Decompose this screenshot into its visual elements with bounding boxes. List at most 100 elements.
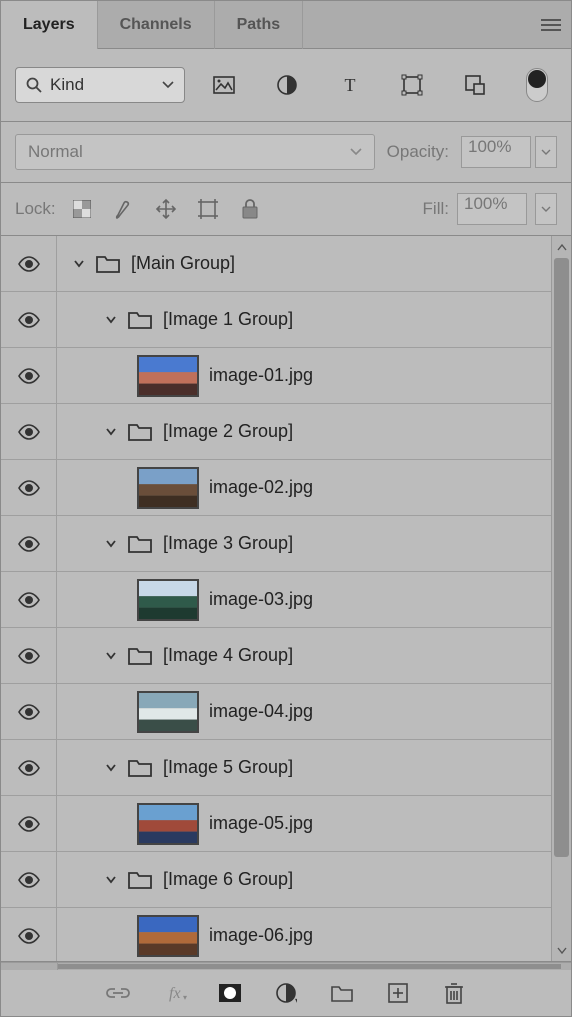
chevron-down-icon[interactable] — [105, 315, 117, 325]
folder-icon — [127, 534, 153, 554]
layer-name[interactable]: [Image 2 Group] — [163, 421, 293, 442]
visibility-toggle[interactable] — [1, 516, 57, 571]
lock-label: Lock: — [15, 199, 56, 219]
layer-row[interactable]: image-03.jpg — [1, 572, 551, 628]
layer-name[interactable]: [Image 4 Group] — [163, 645, 293, 666]
filter-type-label: Kind — [50, 75, 154, 95]
folder-icon — [95, 254, 121, 274]
opacity-input[interactable]: 100% — [461, 136, 531, 168]
fill-dropdown-button[interactable] — [535, 193, 557, 225]
layer-name[interactable]: image-04.jpg — [209, 701, 313, 722]
filter-shape-icon[interactable] — [400, 73, 424, 97]
bottom-toolbar: fx▾ ▾ — [1, 970, 571, 1016]
layer-name[interactable]: image-06.jpg — [209, 925, 313, 946]
filter-smartobject-icon[interactable] — [463, 73, 487, 97]
visibility-toggle[interactable] — [1, 796, 57, 851]
visibility-toggle[interactable] — [1, 852, 57, 907]
filter-pixel-icon[interactable] — [212, 73, 236, 97]
tab-paths[interactable]: Paths — [215, 1, 304, 49]
chevron-down-icon — [162, 81, 174, 89]
chevron-down-icon[interactable] — [105, 539, 117, 549]
lock-paint-icon[interactable] — [112, 197, 136, 221]
opacity-dropdown-button[interactable] — [535, 136, 557, 168]
visibility-toggle[interactable] — [1, 908, 57, 961]
scroll-up-icon[interactable] — [552, 236, 571, 258]
layer-row[interactable]: [Image 6 Group] — [1, 852, 551, 908]
layer-row[interactable]: [Image 1 Group] — [1, 292, 551, 348]
layer-name[interactable]: [Image 1 Group] — [163, 309, 293, 330]
tab-layers[interactable]: Layers — [1, 1, 98, 49]
vertical-scrollbar[interactable] — [551, 236, 571, 961]
fx-icon[interactable]: fx▾ — [161, 980, 187, 1006]
folder-icon — [127, 310, 153, 330]
tab-channels[interactable]: Channels — [98, 1, 215, 49]
blend-mode-label: Normal — [28, 142, 83, 162]
blend-mode-dropdown[interactable]: Normal — [15, 134, 375, 170]
filter-adjustment-icon[interactable] — [275, 73, 299, 97]
chevron-down-icon[interactable] — [105, 763, 117, 773]
visibility-toggle[interactable] — [1, 740, 57, 795]
scroll-down-icon[interactable] — [552, 939, 571, 961]
layer-row[interactable]: [Image 4 Group] — [1, 628, 551, 684]
layer-row[interactable]: image-04.jpg — [1, 684, 551, 740]
layer-row[interactable]: image-02.jpg — [1, 460, 551, 516]
layer-row[interactable]: [Image 2 Group] — [1, 404, 551, 460]
layer-thumbnail[interactable] — [137, 691, 199, 733]
visibility-toggle[interactable] — [1, 628, 57, 683]
folder-icon — [127, 870, 153, 890]
filter-type-dropdown[interactable]: Kind — [15, 67, 185, 103]
fill-input[interactable]: 100% — [457, 193, 527, 225]
svg-text:fx: fx — [169, 985, 181, 1002]
chevron-down-icon[interactable] — [105, 427, 117, 437]
delete-layer-icon[interactable] — [441, 980, 467, 1006]
add-mask-icon[interactable] — [217, 980, 243, 1006]
layer-thumbnail[interactable] — [137, 355, 199, 397]
visibility-toggle[interactable] — [1, 404, 57, 459]
layer-name[interactable]: image-05.jpg — [209, 813, 313, 834]
layer-name[interactable]: [Image 6 Group] — [163, 869, 293, 890]
horizontal-scrollbar[interactable] — [1, 962, 571, 970]
layer-thumbnail[interactable] — [137, 915, 199, 957]
layer-thumbnail[interactable] — [137, 803, 199, 845]
layer-row[interactable]: image-05.jpg — [1, 796, 551, 852]
h-scrollbar-thumb[interactable] — [58, 964, 561, 969]
svg-text:▾: ▾ — [183, 993, 187, 1002]
adjustment-layer-icon[interactable]: ▾ — [273, 980, 299, 1006]
visibility-toggle[interactable] — [1, 572, 57, 627]
link-layers-icon[interactable] — [105, 980, 131, 1006]
layer-name[interactable]: [Image 3 Group] — [163, 533, 293, 554]
panel-menu-icon[interactable] — [531, 1, 571, 49]
layer-name[interactable]: image-02.jpg — [209, 477, 313, 498]
chevron-down-icon[interactable] — [105, 875, 117, 885]
chevron-down-icon[interactable] — [105, 651, 117, 661]
layer-name[interactable]: [Main Group] — [131, 253, 235, 274]
lock-transparency-icon[interactable] — [70, 197, 94, 221]
layer-thumbnail[interactable] — [137, 579, 199, 621]
visibility-toggle[interactable] — [1, 460, 57, 515]
scrollbar-thumb[interactable] — [554, 258, 569, 857]
filter-type-icon[interactable]: T — [338, 73, 362, 97]
layer-name[interactable]: [Image 5 Group] — [163, 757, 293, 778]
visibility-toggle[interactable] — [1, 348, 57, 403]
visibility-toggle[interactable] — [1, 684, 57, 739]
layer-row[interactable]: [Image 3 Group] — [1, 516, 551, 572]
lock-all-icon[interactable] — [238, 197, 262, 221]
lock-artboard-icon[interactable] — [196, 197, 220, 221]
visibility-toggle[interactable] — [1, 292, 57, 347]
layers-list[interactable]: [Main Group] [Image 1 Group] image-01.jpg [… — [1, 236, 551, 961]
layer-row[interactable]: [Main Group] — [1, 236, 551, 292]
filter-toggle[interactable] — [526, 68, 548, 102]
visibility-toggle[interactable] — [1, 236, 57, 291]
layer-row[interactable]: image-06.jpg — [1, 908, 551, 961]
layer-name[interactable]: image-01.jpg — [209, 365, 313, 386]
lock-position-icon[interactable] — [154, 197, 178, 221]
new-group-icon[interactable] — [329, 980, 355, 1006]
layer-row[interactable]: image-01.jpg — [1, 348, 551, 404]
layer-thumbnail[interactable] — [137, 467, 199, 509]
layer-row[interactable]: [Image 5 Group] — [1, 740, 551, 796]
chevron-down-icon[interactable] — [73, 259, 85, 269]
folder-icon — [127, 646, 153, 666]
svg-text:T: T — [344, 75, 355, 95]
layer-name[interactable]: image-03.jpg — [209, 589, 313, 610]
new-layer-icon[interactable] — [385, 980, 411, 1006]
